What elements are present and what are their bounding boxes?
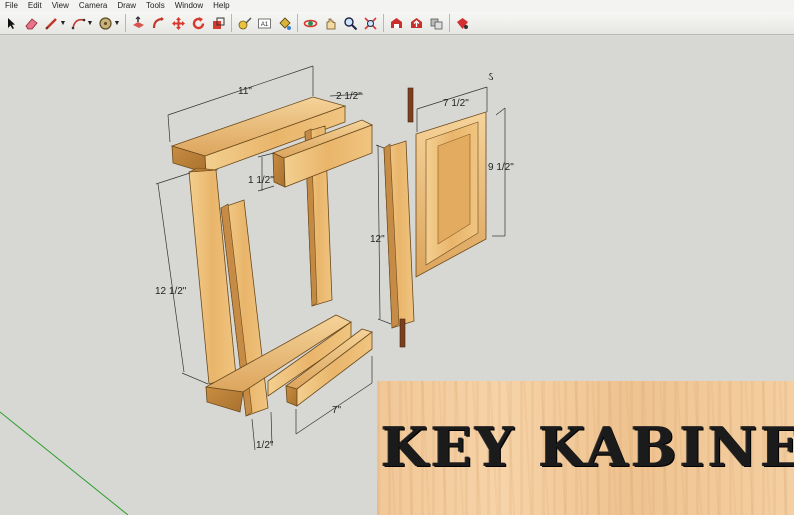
rotate-icon <box>192 16 205 29</box>
dim-shelf-width: 7" <box>332 405 342 416</box>
text-label-icon: A1 <box>258 18 271 28</box>
text-label-button[interactable]: A1 <box>256 15 273 32</box>
scale-tool-button[interactable] <box>210 15 227 32</box>
zoom-extents-button[interactable] <box>362 15 379 32</box>
dim-top-depth: 2 1/2" <box>336 91 362 102</box>
dim-door-width: 7 1/2" <box>443 98 469 109</box>
circle-tool-button[interactable]: ▼ <box>97 15 121 32</box>
dowel-pin-bottom <box>399 318 406 348</box>
toolbar: ▼ ▼ ▼ A1 <box>0 12 794 35</box>
menu-camera[interactable]: Camera <box>74 0 112 12</box>
rotate-tool-button[interactable] <box>190 15 207 32</box>
dim-bottom-width: 1/2" <box>256 440 274 451</box>
menu-window[interactable]: Window <box>170 0 208 12</box>
arc-tool-button[interactable]: ▼ <box>70 15 94 32</box>
dowel-pin-top <box>407 87 414 123</box>
warehouse-icon <box>391 17 402 28</box>
share-model-icon <box>411 17 422 28</box>
push-pull-icon <box>133 15 144 28</box>
menu-view[interactable]: View <box>47 0 74 12</box>
svg-text:A1: A1 <box>261 22 269 28</box>
share-model-button[interactable] <box>408 15 425 32</box>
eraser-tool-button[interactable] <box>23 15 40 32</box>
dim-top-width: 11" <box>238 86 252 97</box>
components-icon <box>430 18 443 29</box>
toolbar-separator <box>383 14 384 32</box>
tape-measure-icon <box>238 16 252 29</box>
menu-help[interactable]: Help <box>208 0 234 12</box>
push-pull-button[interactable] <box>130 15 147 32</box>
select-icon <box>8 17 15 29</box>
extension-warehouse-button[interactable] <box>454 15 471 32</box>
dim-rail-height: 1 1/2" <box>248 175 274 186</box>
scale-icon <box>213 17 225 29</box>
chevron-down-icon[interactable]: ▼ <box>87 20 94 27</box>
toolbar-separator <box>449 14 450 32</box>
components-button[interactable] <box>428 15 445 32</box>
hinge-stile <box>383 140 415 329</box>
move-tool-button[interactable] <box>170 15 187 32</box>
dim-side-height: 12 1/2" <box>155 286 187 297</box>
menu-draw[interactable]: Draw <box>112 0 141 12</box>
move-icon <box>172 16 185 30</box>
banner-title: KEY KABINET <box>381 415 794 479</box>
orbit-icon <box>303 19 318 27</box>
door-panel <box>415 111 487 278</box>
select-tool-button[interactable] <box>3 15 20 32</box>
chevron-down-icon[interactable]: ▼ <box>60 20 67 27</box>
toolbar-separator <box>297 14 298 32</box>
circle-shape-icon <box>98 16 112 30</box>
paint-bucket-button[interactable] <box>276 15 293 32</box>
eraser-icon <box>25 17 38 29</box>
dim-hinge-stile-height: 12" <box>370 234 385 245</box>
menu-tools[interactable]: Tools <box>141 0 170 12</box>
dim-door-height: 9 1/2" <box>488 162 514 173</box>
knob-mark: ઽ <box>488 71 494 83</box>
warehouse-button[interactable] <box>388 15 405 32</box>
line-tool-button[interactable]: ▼ <box>43 15 67 32</box>
menu-file[interactable]: File <box>0 0 23 12</box>
zoom-extents-icon <box>364 16 377 30</box>
paint-bucket-icon <box>279 16 291 30</box>
pencil-line-icon <box>44 17 57 30</box>
follow-me-icon <box>152 16 164 28</box>
extension-warehouse-icon <box>457 17 468 29</box>
zoom-button[interactable] <box>342 15 359 32</box>
menu-edit[interactable]: Edit <box>23 0 47 12</box>
zoom-icon <box>344 16 358 30</box>
pan-button[interactable] <box>322 15 339 32</box>
pan-icon <box>326 18 336 29</box>
follow-me-button[interactable] <box>150 15 167 32</box>
title-banner: KEY KABINET <box>377 381 794 515</box>
tape-measure-button[interactable] <box>236 15 253 32</box>
toolbar-separator <box>125 14 126 32</box>
chevron-down-icon[interactable]: ▼ <box>114 20 121 27</box>
arc-icon <box>71 18 85 29</box>
orbit-button[interactable] <box>302 15 319 32</box>
toolbar-separator <box>231 14 232 32</box>
green-axis-line <box>0 411 129 515</box>
